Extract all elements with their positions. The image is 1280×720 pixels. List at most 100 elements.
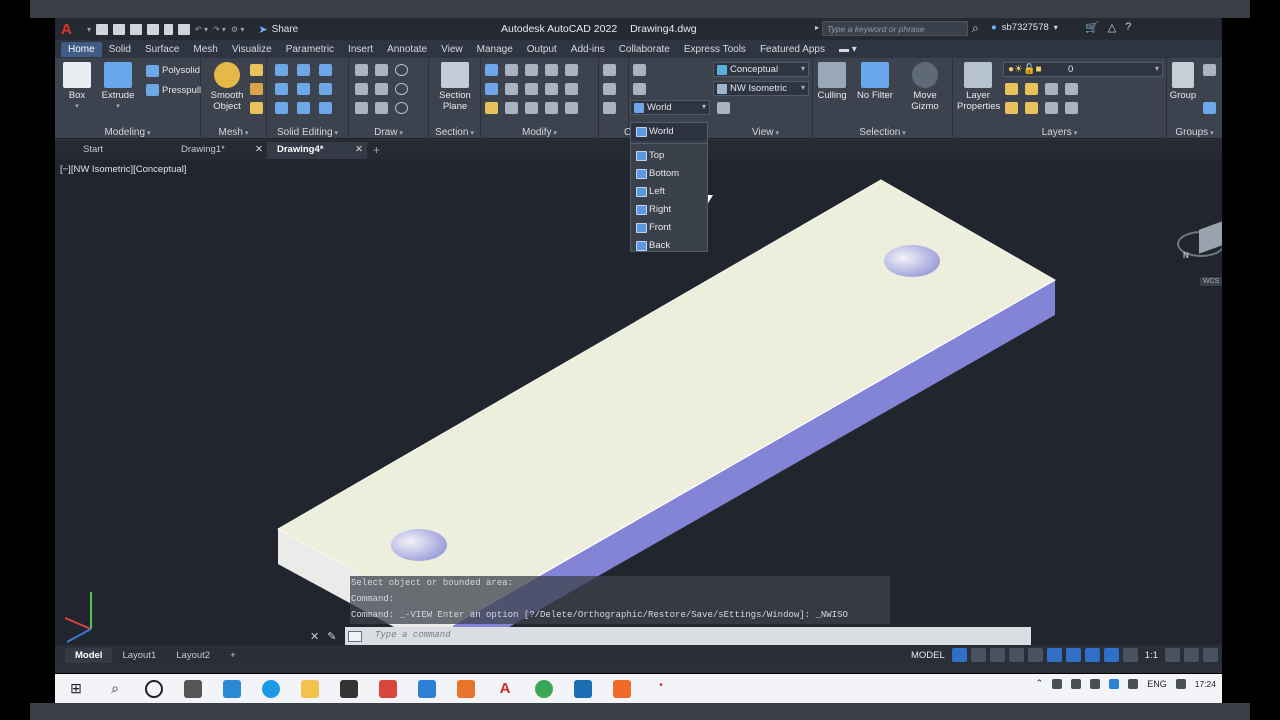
close-command-line-icon[interactable]: ✕	[310, 630, 319, 643]
mesh-sphere-icon[interactable]	[250, 64, 263, 76]
document-app-icon[interactable]	[418, 679, 436, 698]
close-icon[interactable]: ✕	[255, 144, 263, 155]
erase-icon[interactable]	[485, 102, 498, 114]
3d-osnap-icon[interactable]	[1065, 648, 1081, 662]
array-icon[interactable]	[505, 83, 518, 95]
polar-icon[interactable]	[1008, 648, 1024, 662]
extrude-button[interactable]: Extrude ▾	[99, 62, 137, 112]
app-menu-chevron-icon[interactable]: ▾	[87, 25, 91, 34]
panel-title-mesh[interactable]: Mesh	[201, 127, 266, 138]
ellipse-icon[interactable]	[395, 102, 408, 114]
union-icon[interactable]	[275, 64, 288, 76]
layer-off-icon[interactable]	[1025, 102, 1038, 114]
isodraft-icon[interactable]	[1027, 648, 1043, 662]
coord-ucs-y-icon[interactable]	[633, 83, 646, 95]
mesh-refine-icon[interactable]	[250, 102, 263, 114]
save-icon[interactable]	[130, 23, 143, 35]
slice-icon[interactable]	[275, 83, 288, 95]
autoscale-icon[interactable]	[1122, 648, 1138, 662]
viewcube[interactable]: N	[1175, 209, 1222, 269]
layer-previous-icon[interactable]	[1045, 83, 1058, 95]
tray-overflow-icon[interactable]: ⌃	[1036, 678, 1044, 689]
volume-icon[interactable]	[1071, 678, 1082, 689]
plot-icon[interactable]	[178, 23, 191, 35]
polyline-icon[interactable]	[375, 64, 388, 76]
autodesk-connect-icon[interactable]: △	[1108, 21, 1116, 34]
cortana-icon[interactable]	[145, 679, 163, 698]
grid-icon[interactable]	[951, 648, 967, 662]
visual-style-combo[interactable]: Conceptual ▾	[713, 62, 809, 77]
ucs-option-back[interactable]: Back	[631, 237, 707, 255]
align-icon[interactable]	[485, 83, 498, 95]
copy-icon[interactable]	[545, 64, 558, 76]
ucs-option-right[interactable]: Right	[631, 201, 707, 219]
move-3d-icon[interactable]	[485, 64, 498, 76]
panel-title-layers[interactable]: Layers	[953, 127, 1166, 138]
make-current-icon[interactable]	[1005, 83, 1018, 95]
customize-wrench-icon[interactable]: ✎	[327, 630, 336, 643]
spline-icon[interactable]	[355, 83, 368, 95]
panel-title-solid-editing[interactable]: Solid Editing	[267, 127, 348, 138]
rotate-icon[interactable]	[525, 83, 538, 95]
panel-title-coordinates[interactable]: C	[599, 127, 631, 138]
search-icon[interactable]: ⌕	[972, 21, 979, 36]
task-view-icon[interactable]	[184, 679, 202, 698]
offset-icon[interactable]	[565, 83, 578, 95]
presspull-button[interactable]: Presspull	[162, 85, 201, 96]
layout-tab-layout2[interactable]: Layout2	[166, 648, 220, 663]
panel-title-section[interactable]: Section	[429, 127, 480, 138]
file-tab-drawing1[interactable]: Drawing1* ✕	[167, 142, 267, 159]
ribbon-minimize-icon[interactable]: ▬ ▾	[832, 42, 864, 57]
tab-insert[interactable]: Insert	[341, 42, 380, 57]
search-icon[interactable]: ⌕	[106, 680, 124, 698]
panel-title-draw[interactable]: Draw	[349, 127, 428, 138]
search-expand-icon[interactable]: ▸	[815, 23, 819, 32]
windows-start-icon[interactable]: ⊞	[67, 680, 85, 698]
mirror-3d-icon[interactable]	[505, 102, 518, 114]
layer-isolate-icon[interactable]	[1065, 83, 1078, 95]
section-plane-button[interactable]: Section Plane	[433, 62, 477, 112]
ucs-icon[interactable]	[603, 64, 616, 76]
layout-tab-model[interactable]: Model	[65, 647, 113, 663]
mcafee-icon[interactable]	[379, 679, 397, 698]
rotate-3d-icon[interactable]	[505, 64, 518, 76]
match-layer-icon[interactable]	[1025, 83, 1038, 95]
ortho-icon[interactable]	[989, 648, 1005, 662]
group-button[interactable]: Group	[1169, 62, 1197, 101]
panel-title-modify[interactable]: Modify	[481, 127, 598, 138]
tab-mesh[interactable]: Mesh	[186, 42, 224, 57]
move-icon[interactable]	[525, 64, 538, 76]
panel-title-groups[interactable]: Groups	[1167, 127, 1222, 138]
ucs-option-front[interactable]: Front	[631, 219, 707, 237]
tab-home[interactable]: Home	[61, 41, 102, 57]
polygon-icon[interactable]	[355, 102, 368, 114]
annotation-visibility-icon[interactable]	[1103, 648, 1119, 662]
annotation-monitor-plus-icon[interactable]	[1184, 648, 1199, 662]
culling-button[interactable]: Culling	[815, 62, 849, 101]
workspace-icon[interactable]: ⚙ ▾	[231, 25, 244, 34]
group-selection-icon[interactable]	[1203, 102, 1216, 114]
named-view-combo[interactable]: NW Isometric ▾	[713, 81, 809, 96]
microphone-icon[interactable]	[1052, 678, 1063, 689]
model-space-toggle[interactable]: MODEL	[908, 650, 948, 661]
share-button[interactable]: ➤ Share	[258, 23, 298, 36]
thicken-icon[interactable]	[297, 83, 310, 95]
ucs-origin-icon[interactable]	[603, 102, 616, 114]
layer-combo[interactable]: ●☀🔓■ 0 ▾	[1003, 62, 1163, 77]
extract-edges-icon[interactable]	[319, 83, 332, 95]
layer-properties-button[interactable]: Layer Properties	[957, 62, 1000, 112]
panel-title-selection[interactable]: Selection	[813, 127, 952, 138]
language-indicator[interactable]: ENG	[1147, 679, 1167, 689]
scale-icon[interactable]	[525, 102, 538, 114]
fillet-edge-icon[interactable]	[297, 102, 310, 114]
tab-visualize[interactable]: Visualize	[225, 42, 279, 57]
line-icon[interactable]	[355, 64, 368, 76]
web-mobile-icon[interactable]	[164, 23, 174, 35]
tab-output[interactable]: Output	[520, 42, 564, 57]
help-icon[interactable]: ?	[1125, 21, 1131, 34]
layer-unisolate-icon[interactable]	[1065, 102, 1078, 114]
tab-parametric[interactable]: Parametric	[279, 42, 341, 57]
new-icon[interactable]	[113, 23, 126, 35]
rectangle-icon[interactable]	[375, 102, 388, 114]
close-icon[interactable]: ✕	[355, 144, 363, 155]
